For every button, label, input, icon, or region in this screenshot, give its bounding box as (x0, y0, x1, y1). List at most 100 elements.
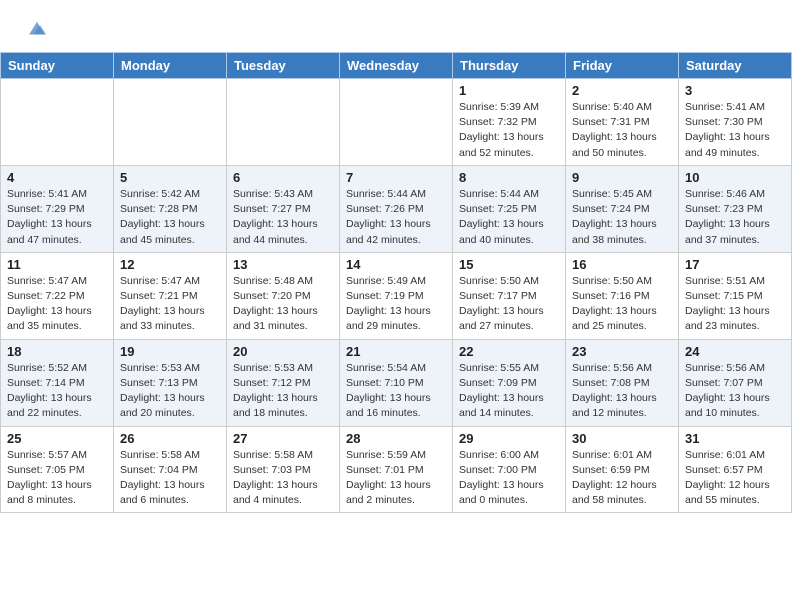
day-detail: Sunrise: 5:53 AM Sunset: 7:12 PM Dayligh… (233, 361, 333, 422)
day-detail: Sunrise: 6:00 AM Sunset: 7:00 PM Dayligh… (459, 448, 559, 509)
day-detail: Sunrise: 5:51 AM Sunset: 7:15 PM Dayligh… (685, 274, 785, 335)
calendar-cell: 14Sunrise: 5:49 AM Sunset: 7:19 PM Dayli… (340, 252, 453, 339)
day-detail: Sunrise: 5:40 AM Sunset: 7:31 PM Dayligh… (572, 100, 672, 161)
calendar-cell: 28Sunrise: 5:59 AM Sunset: 7:01 PM Dayli… (340, 426, 453, 513)
weekday-header-monday: Monday (114, 53, 227, 79)
calendar-cell: 2 Sunrise: 5:40 AM Sunset: 7:31 PM Daylig… (566, 79, 679, 166)
day-detail: Sunrise: 5:50 AM Sunset: 7:16 PM Dayligh… (572, 274, 672, 335)
calendar-cell: 22 Sunrise: 5:55 AM Sunset: 7:09 PM Dayli… (453, 339, 566, 426)
weekday-header-saturday: Saturday (679, 53, 792, 79)
calendar-cell (114, 79, 227, 166)
day-detail: Sunrise: 5:41 AM Sunset: 7:29 PM Dayligh… (7, 187, 107, 248)
day-number: 18 (7, 344, 107, 359)
day-number: 5 (120, 170, 220, 185)
day-detail: Sunrise: 6:01 AM Sunset: 6:59 PM Dayligh… (572, 448, 672, 509)
day-detail: Sunrise: 5:54 AM Sunset: 7:10 PM Dayligh… (346, 361, 446, 422)
calendar-cell: 24 Sunrise: 5:56 AM Sunset: 7:07 PM Dayli… (679, 339, 792, 426)
day-number: 29 (459, 431, 559, 446)
day-number: 26 (120, 431, 220, 446)
day-detail: Sunrise: 5:52 AM Sunset: 7:14 PM Dayligh… (7, 361, 107, 422)
calendar-cell: 20 Sunrise: 5:53 AM Sunset: 7:12 PM Dayli… (227, 339, 340, 426)
day-number: 31 (685, 431, 785, 446)
calendar-cell: 4Sunrise: 5:41 AM Sunset: 7:29 PM Daylig… (1, 165, 114, 252)
day-detail: Sunrise: 5:44 AM Sunset: 7:26 PM Dayligh… (346, 187, 446, 248)
weekday-header-tuesday: Tuesday (227, 53, 340, 79)
day-detail: Sunrise: 5:41 AM Sunset: 7:30 PM Dayligh… (685, 100, 785, 161)
calendar: SundayMondayTuesdayWednesdayThursdayFrid… (0, 52, 792, 513)
day-number: 1 (459, 83, 559, 98)
header (0, 0, 792, 44)
day-number: 27 (233, 431, 333, 446)
day-detail: Sunrise: 5:58 AM Sunset: 7:04 PM Dayligh… (120, 448, 220, 509)
calendar-cell: 31 Sunrise: 6:01 AM Sunset: 6:57 PM Dayli… (679, 426, 792, 513)
day-detail: Sunrise: 5:47 AM Sunset: 7:21 PM Dayligh… (120, 274, 220, 335)
day-number: 7 (346, 170, 446, 185)
calendar-cell: 1 Sunrise: 5:39 AM Sunset: 7:32 PM Daylig… (453, 79, 566, 166)
logo-icon (26, 18, 48, 40)
calendar-cell: 16 Sunrise: 5:50 AM Sunset: 7:16 PM Dayli… (566, 252, 679, 339)
calendar-cell: 30 Sunrise: 6:01 AM Sunset: 6:59 PM Dayli… (566, 426, 679, 513)
calendar-cell: 21 Sunrise: 5:54 AM Sunset: 7:10 PM Dayli… (340, 339, 453, 426)
day-detail: Sunrise: 5:56 AM Sunset: 7:08 PM Dayligh… (572, 361, 672, 422)
weekday-header-thursday: Thursday (453, 53, 566, 79)
calendar-cell (340, 79, 453, 166)
day-number: 2 (572, 83, 672, 98)
day-number: 9 (572, 170, 672, 185)
calendar-cell: 11 Sunrise: 5:47 AM Sunset: 7:22 PM Dayli… (1, 252, 114, 339)
calendar-cell: 26 Sunrise: 5:58 AM Sunset: 7:04 PM Dayli… (114, 426, 227, 513)
day-detail: Sunrise: 5:53 AM Sunset: 7:13 PM Dayligh… (120, 361, 220, 422)
day-detail: Sunrise: 5:45 AM Sunset: 7:24 PM Dayligh… (572, 187, 672, 248)
calendar-cell: 12Sunrise: 5:47 AM Sunset: 7:21 PM Dayli… (114, 252, 227, 339)
day-detail: Sunrise: 5:42 AM Sunset: 7:28 PM Dayligh… (120, 187, 220, 248)
day-number: 20 (233, 344, 333, 359)
day-detail: Sunrise: 5:55 AM Sunset: 7:09 PM Dayligh… (459, 361, 559, 422)
day-detail: Sunrise: 5:43 AM Sunset: 7:27 PM Dayligh… (233, 187, 333, 248)
calendar-cell: 23Sunrise: 5:56 AM Sunset: 7:08 PM Dayli… (566, 339, 679, 426)
day-detail: Sunrise: 5:44 AM Sunset: 7:25 PM Dayligh… (459, 187, 559, 248)
calendar-cell: 19 Sunrise: 5:53 AM Sunset: 7:13 PM Dayli… (114, 339, 227, 426)
day-detail: Sunrise: 5:56 AM Sunset: 7:07 PM Dayligh… (685, 361, 785, 422)
calendar-week-1: 1 Sunrise: 5:39 AM Sunset: 7:32 PM Daylig… (1, 79, 792, 166)
day-detail: Sunrise: 5:57 AM Sunset: 7:05 PM Dayligh… (7, 448, 107, 509)
calendar-cell: 29 Sunrise: 6:00 AM Sunset: 7:00 PM Dayli… (453, 426, 566, 513)
calendar-cell: 3 Sunrise: 5:41 AM Sunset: 7:30 PM Daylig… (679, 79, 792, 166)
day-number: 24 (685, 344, 785, 359)
day-number: 22 (459, 344, 559, 359)
calendar-cell (227, 79, 340, 166)
day-number: 21 (346, 344, 446, 359)
calendar-cell: 25 Sunrise: 5:57 AM Sunset: 7:05 PM Dayli… (1, 426, 114, 513)
day-detail: Sunrise: 5:39 AM Sunset: 7:32 PM Dayligh… (459, 100, 559, 161)
day-detail: Sunrise: 5:48 AM Sunset: 7:20 PM Dayligh… (233, 274, 333, 335)
calendar-cell: 5 Sunrise: 5:42 AM Sunset: 7:28 PM Daylig… (114, 165, 227, 252)
calendar-week-2: 4Sunrise: 5:41 AM Sunset: 7:29 PM Daylig… (1, 165, 792, 252)
day-number: 30 (572, 431, 672, 446)
day-number: 16 (572, 257, 672, 272)
calendar-cell: 6Sunrise: 5:43 AM Sunset: 7:27 PM Daylig… (227, 165, 340, 252)
calendar-cell: 13 Sunrise: 5:48 AM Sunset: 7:20 PM Dayli… (227, 252, 340, 339)
day-detail: Sunrise: 5:47 AM Sunset: 7:22 PM Dayligh… (7, 274, 107, 335)
weekday-header-wednesday: Wednesday (340, 53, 453, 79)
day-number: 17 (685, 257, 785, 272)
calendar-cell: 8 Sunrise: 5:44 AM Sunset: 7:25 PM Daylig… (453, 165, 566, 252)
day-number: 25 (7, 431, 107, 446)
calendar-week-3: 11 Sunrise: 5:47 AM Sunset: 7:22 PM Dayli… (1, 252, 792, 339)
calendar-cell: 9 Sunrise: 5:45 AM Sunset: 7:24 PM Daylig… (566, 165, 679, 252)
day-number: 19 (120, 344, 220, 359)
calendar-week-4: 18 Sunrise: 5:52 AM Sunset: 7:14 PM Dayli… (1, 339, 792, 426)
day-number: 3 (685, 83, 785, 98)
day-detail: Sunrise: 5:46 AM Sunset: 7:23 PM Dayligh… (685, 187, 785, 248)
day-number: 11 (7, 257, 107, 272)
weekday-header-friday: Friday (566, 53, 679, 79)
calendar-cell: 15Sunrise: 5:50 AM Sunset: 7:17 PM Dayli… (453, 252, 566, 339)
logo (24, 18, 48, 40)
calendar-cell: 18 Sunrise: 5:52 AM Sunset: 7:14 PM Dayli… (1, 339, 114, 426)
day-number: 15 (459, 257, 559, 272)
calendar-week-5: 25 Sunrise: 5:57 AM Sunset: 7:05 PM Dayli… (1, 426, 792, 513)
day-number: 8 (459, 170, 559, 185)
calendar-cell: 17 Sunrise: 5:51 AM Sunset: 7:15 PM Dayli… (679, 252, 792, 339)
day-detail: Sunrise: 6:01 AM Sunset: 6:57 PM Dayligh… (685, 448, 785, 509)
day-number: 14 (346, 257, 446, 272)
day-number: 10 (685, 170, 785, 185)
calendar-cell: 7 Sunrise: 5:44 AM Sunset: 7:26 PM Daylig… (340, 165, 453, 252)
day-number: 13 (233, 257, 333, 272)
